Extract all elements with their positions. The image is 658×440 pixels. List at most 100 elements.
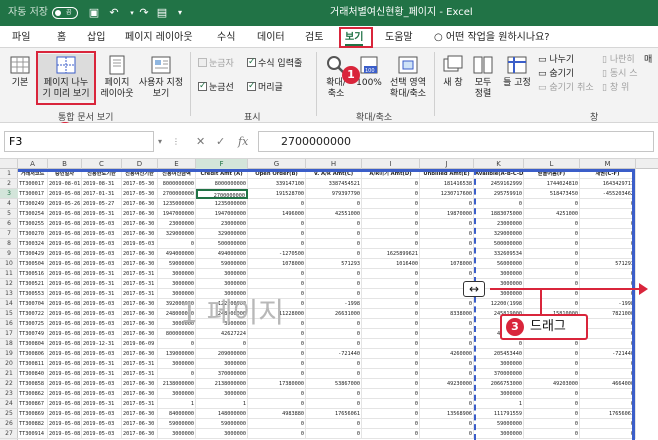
row-header[interactable]: 12: [0, 279, 18, 289]
table-cell[interactable]: 1496000: [248, 209, 306, 219]
table-cell[interactable]: -1998: [306, 299, 362, 309]
table-cell[interactable]: TT300749: [18, 329, 48, 339]
table-cell[interactable]: 0: [420, 299, 474, 309]
table-cell[interactable]: 329000000: [158, 229, 196, 239]
table-cell[interactable]: 979397790: [306, 189, 362, 199]
table-cell[interactable]: 0: [580, 319, 636, 329]
table-cell[interactable]: 2019-05-08: [48, 279, 82, 289]
table-cell[interactable]: 3000000: [474, 269, 524, 279]
table-cell[interactable]: 0: [580, 339, 636, 349]
table-cell[interactable]: 0: [474, 339, 524, 349]
row-header[interactable]: 4: [0, 199, 18, 209]
table-cell[interactable]: 0: [248, 229, 306, 239]
table-cell[interactable]: 332609534: [474, 249, 524, 259]
table-cell[interactable]: 3000000: [474, 389, 524, 399]
table-cell[interactable]: 2017-06-30: [122, 299, 158, 309]
row-header[interactable]: 1: [0, 169, 18, 179]
table-cell[interactable]: -721440: [580, 349, 636, 359]
table-cell[interactable]: 2019-05-08: [48, 269, 82, 279]
table-cell[interactable]: TT300806: [18, 349, 48, 359]
table-cell[interactable]: 2019-05-08: [48, 319, 82, 329]
table-cell[interactable]: 2019-05-31: [82, 269, 122, 279]
table-cell[interactable]: TT300429: [18, 249, 48, 259]
table-cell[interactable]: 1016400: [362, 259, 420, 269]
table-cell[interactable]: 0: [420, 249, 474, 259]
table-cell[interactable]: TT300255: [18, 219, 48, 229]
table-cell[interactable]: 0: [306, 229, 362, 239]
row-header[interactable]: 21: [0, 369, 18, 379]
table-cell[interactable]: 0: [420, 339, 474, 349]
table-cell[interactable]: 0: [580, 229, 636, 239]
table-cell[interactable]: 0: [580, 419, 636, 429]
table-cell[interactable]: 494000000: [196, 249, 248, 259]
table-cell[interactable]: 1235000000: [158, 199, 196, 209]
table-cell[interactable]: 0: [524, 199, 580, 209]
table-cell[interactable]: 2017-06-30: [122, 379, 158, 389]
table-cell[interactable]: 494000000: [158, 249, 196, 259]
table-cell[interactable]: 3000000: [474, 429, 524, 439]
table-cell[interactable]: 0: [306, 219, 362, 229]
table-cell[interactable]: 2019-05-31: [82, 399, 122, 409]
table-cell[interactable]: 2019-05-08: [48, 299, 82, 309]
table-cell[interactable]: 0: [362, 349, 420, 359]
table-cell[interactable]: 2017-06-30: [122, 419, 158, 429]
table-cell[interactable]: 17380000: [248, 379, 306, 389]
name-box-dropdown-icon[interactable]: ▾: [158, 131, 162, 152]
row-header[interactable]: 15: [0, 309, 18, 319]
table-cell[interactable]: 1: [196, 399, 248, 409]
custom-views-button[interactable]: 사용자 지정 보기: [136, 54, 186, 100]
row-header[interactable]: 7: [0, 229, 18, 239]
table-cell[interactable]: 0: [362, 429, 420, 439]
row-header[interactable]: 10: [0, 259, 18, 269]
table-cell[interactable]: 3387454521: [306, 179, 362, 189]
table-cell[interactable]: 0: [420, 329, 474, 339]
table-cell[interactable]: 0: [306, 249, 362, 259]
autosave-toggle[interactable]: 끔: [52, 7, 78, 19]
row-header[interactable]: 19: [0, 349, 18, 359]
table-cell[interactable]: 0: [580, 399, 636, 409]
table-cell[interactable]: 2017-05-30: [122, 179, 158, 189]
gridlines-checkbox[interactable]: 눈금선: [198, 80, 234, 94]
row-header[interactable]: 27: [0, 429, 18, 439]
row-header[interactable]: 5: [0, 209, 18, 219]
row-header[interactable]: 23: [0, 389, 18, 399]
table-cell[interactable]: 1078000: [420, 259, 474, 269]
table-cell[interactable]: 2019-05-08: [48, 359, 82, 369]
table-cell[interactable]: 0: [158, 239, 196, 249]
table-cell[interactable]: 2019-05-08: [48, 369, 82, 379]
table-cell[interactable]: 0: [580, 289, 636, 299]
table-cell[interactable]: 181416538: [420, 179, 474, 189]
table-cell[interactable]: 0: [524, 259, 580, 269]
table-cell[interactable]: TT300324: [18, 239, 48, 249]
table-cell[interactable]: 19870000: [420, 209, 474, 219]
table-cell[interactable]: 0: [362, 409, 420, 419]
column-header-d[interactable]: D: [122, 159, 158, 169]
table-cell[interactable]: 139000000: [158, 349, 196, 359]
table-cell[interactable]: 23000000: [196, 219, 248, 229]
row-header[interactable]: 9: [0, 249, 18, 259]
table-cell[interactable]: 1947000000: [158, 209, 196, 219]
table-cell[interactable]: 0: [580, 249, 636, 259]
row-header[interactable]: 25: [0, 409, 18, 419]
table-cell[interactable]: 295759910: [474, 189, 524, 199]
new-window-button[interactable]: 새 창: [440, 54, 466, 89]
table-cell[interactable]: TT300553: [18, 289, 48, 299]
tab-review[interactable]: 검토: [305, 29, 323, 46]
table-cell[interactable]: 2017-06-30: [122, 329, 158, 339]
table-cell[interactable]: TT300862: [18, 389, 48, 399]
formula-input[interactable]: 2700000000: [258, 131, 654, 152]
table-cell[interactable]: 2019-05-08: [48, 329, 82, 339]
table-cell[interactable]: 1: [474, 399, 524, 409]
table-cell[interactable]: 59000000: [474, 419, 524, 429]
table-cell[interactable]: 1883075000: [474, 209, 524, 219]
table-cell[interactable]: TT300249: [18, 199, 48, 209]
column-header-a[interactable]: A: [18, 159, 48, 169]
table-cell[interactable]: 0: [580, 389, 636, 399]
table-cell[interactable]: 0: [362, 209, 420, 219]
column-header-i[interactable]: I: [362, 159, 420, 169]
table-cell[interactable]: 3000000: [196, 429, 248, 439]
row-header[interactable]: 18: [0, 339, 18, 349]
table-cell[interactable]: TT300504: [18, 259, 48, 269]
name-box[interactable]: F3: [4, 131, 154, 152]
table-cell[interactable]: 0: [306, 399, 362, 409]
